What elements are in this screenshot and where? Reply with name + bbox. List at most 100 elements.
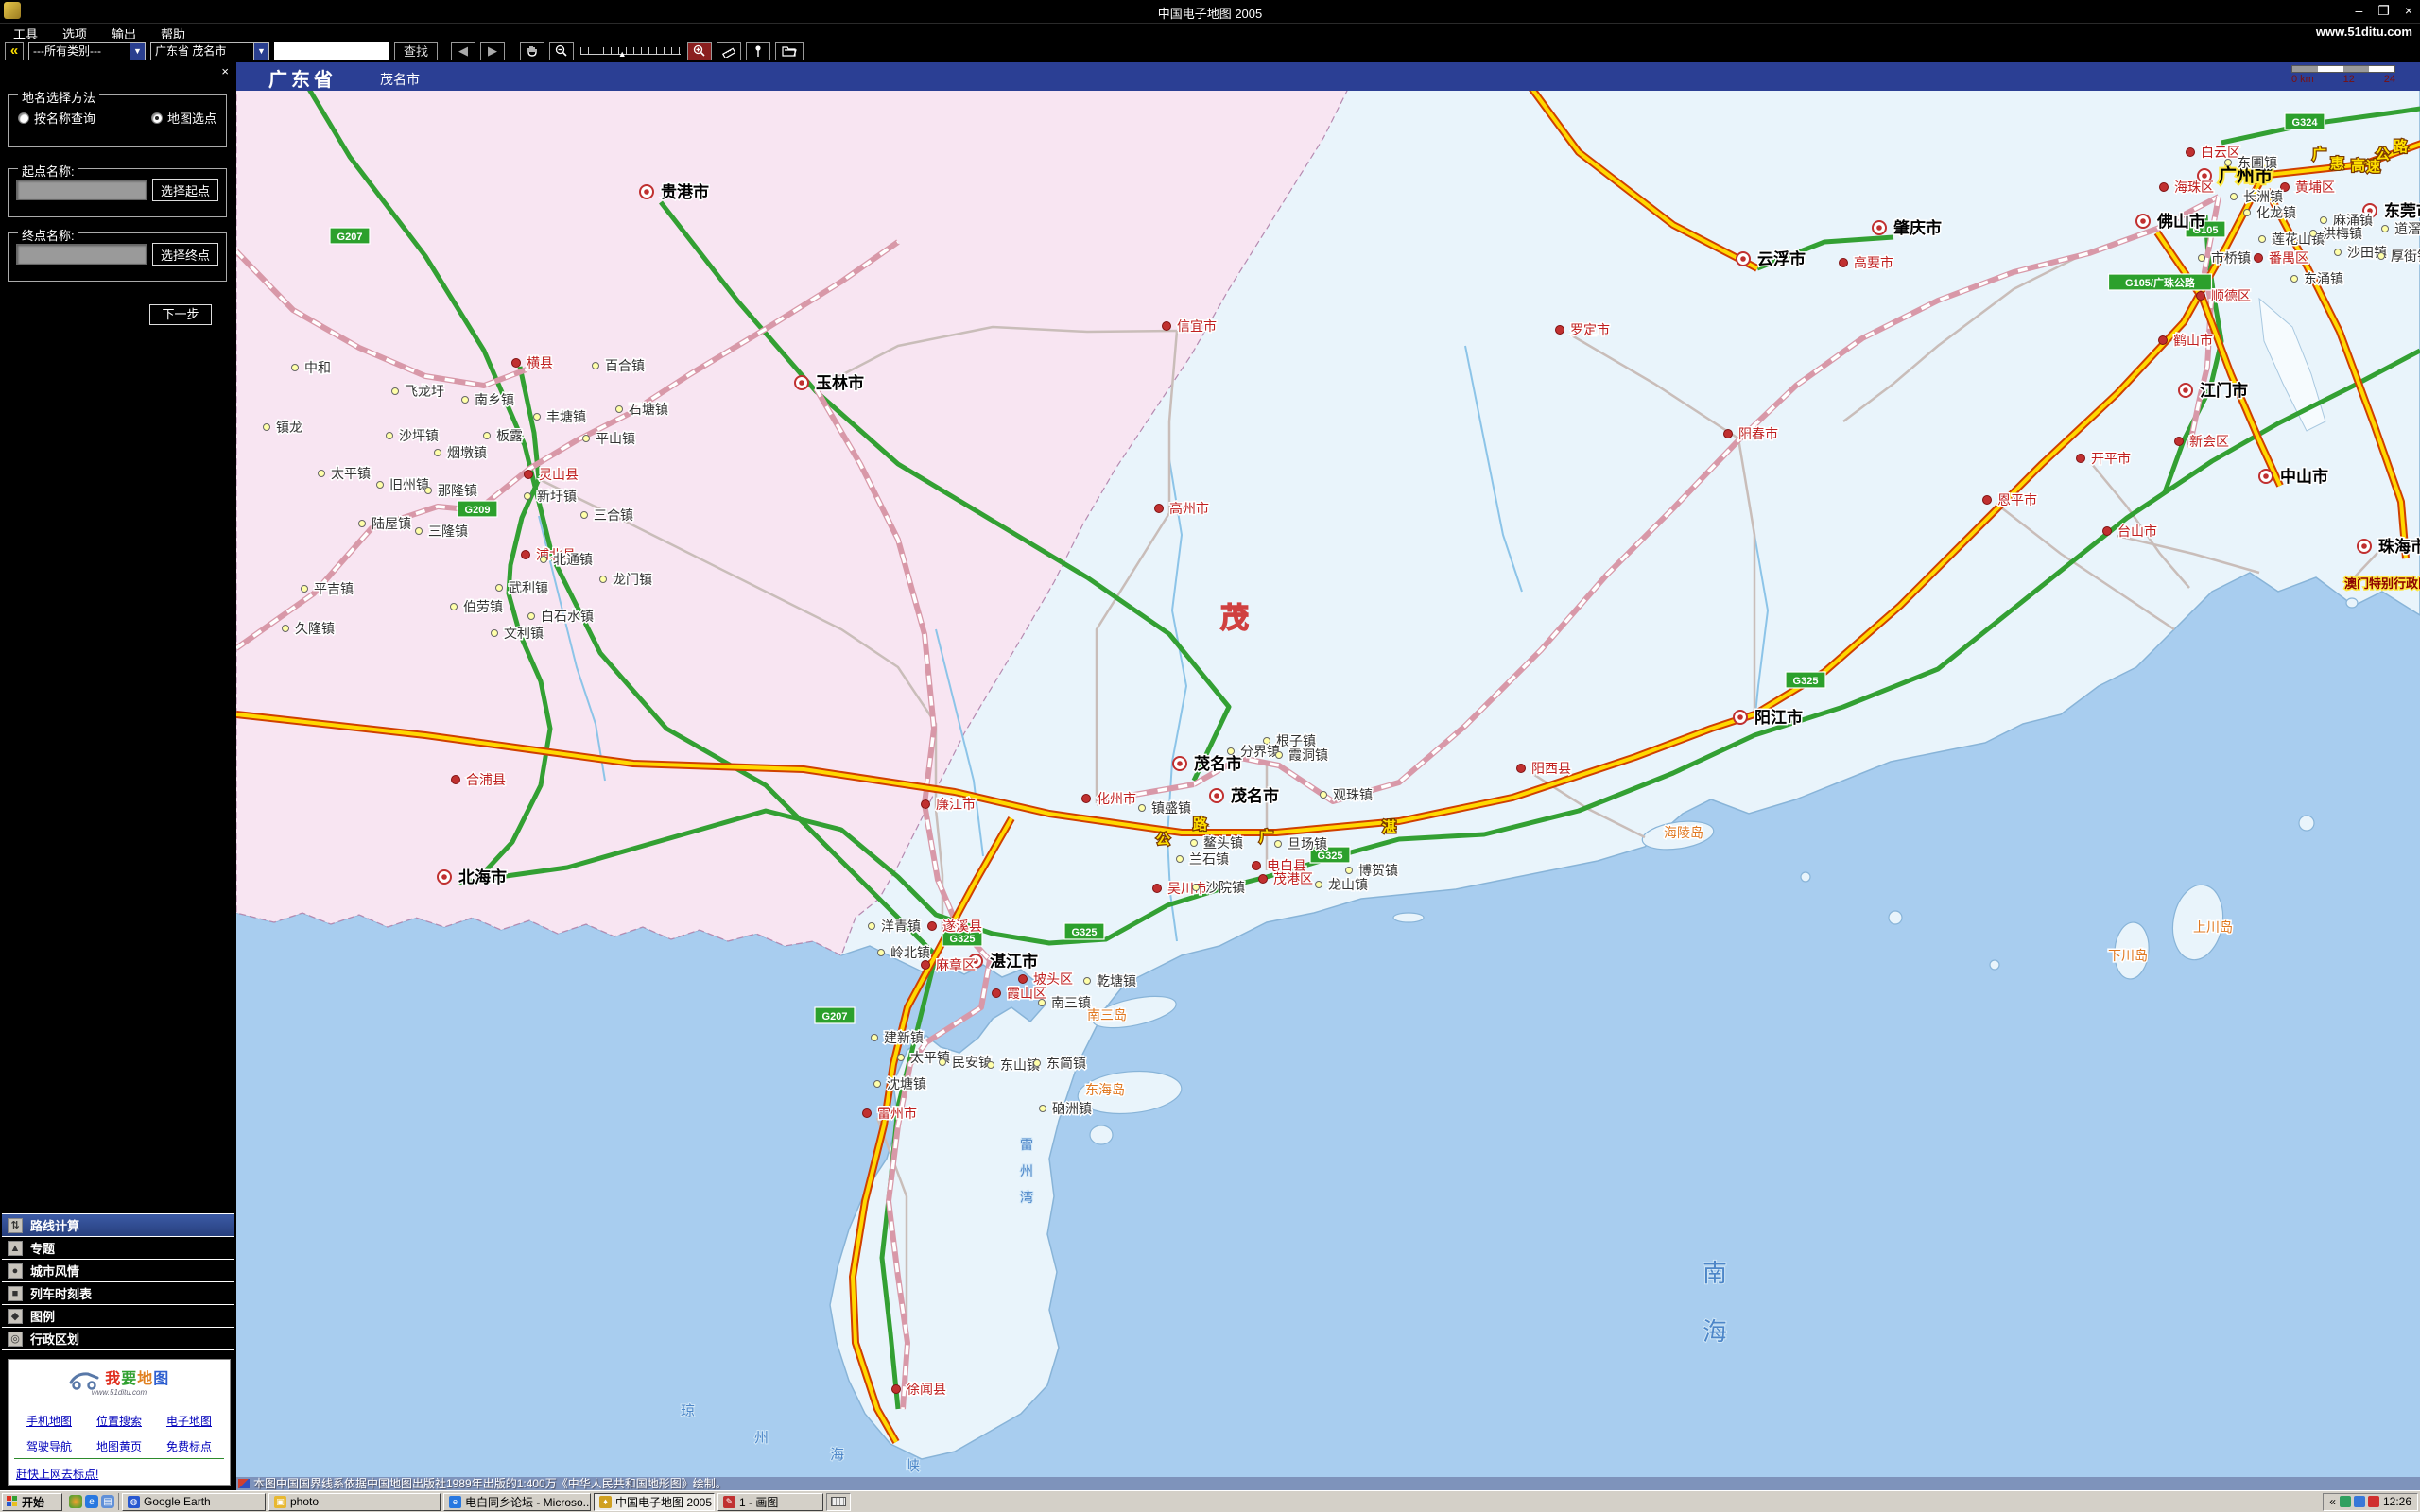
sidebar-item-route[interactable]: ⇅路线计算 (2, 1214, 234, 1237)
map-label: 江门市 (2200, 381, 2248, 400)
find-button[interactable]: 查找 (394, 42, 438, 60)
method-radio-1[interactable]: 地图选点 (151, 109, 216, 127)
sidebar-item-label: 行政区划 (30, 1330, 79, 1348)
language-bar[interactable] (826, 1493, 851, 1511)
panel-menu: ⇅路线计算▲专题●城市风情■列车时刻表◆图例◎行政区划 (2, 1213, 234, 1350)
map-label: 东海岛 (1085, 1082, 1125, 1097)
restore-button[interactable]: ❐ (2377, 3, 2390, 19)
map-label: 台山市 (2118, 524, 2157, 539)
choose-start-button[interactable]: 选择起点 (152, 179, 218, 201)
city-marker-dot (644, 189, 649, 195)
town-marker (435, 450, 441, 456)
island (2299, 816, 2314, 831)
task-button-map[interactable]: ♦中国电子地图 2005 (594, 1493, 715, 1511)
next-step-button[interactable]: 下一步 (149, 304, 212, 325)
next-button[interactable]: ▶ (480, 42, 505, 60)
promo-cta-link[interactable]: 赶快上网去标点! (16, 1466, 98, 1482)
map-label: 三隆镇 (428, 524, 468, 539)
start-legend: 起点名称: (18, 162, 78, 180)
sidebar-item-topic[interactable]: ▲专题 (2, 1237, 234, 1260)
pan-hand-icon[interactable] (520, 42, 544, 60)
method-fieldset: 地名选择方法 按名称查询地图选点 (8, 94, 227, 147)
town-marker (1276, 752, 1283, 759)
road-badge-label: G325 (1318, 850, 1343, 862)
open-folder-icon[interactable] (775, 42, 804, 60)
highway-name-char: 湛 (1382, 818, 1396, 835)
promo-link-0[interactable]: 手机地图 (14, 1413, 84, 1429)
map-label: 东莞市 (2384, 201, 2420, 220)
system-tray: « 12:26 (2323, 1493, 2418, 1511)
tray-icon-0[interactable] (2340, 1496, 2351, 1507)
outlook-icon[interactable]: ▤ (101, 1495, 114, 1508)
radio-dot[interactable] (151, 112, 163, 124)
end-legend: 终点名称: (18, 226, 78, 244)
promo-link-3[interactable]: 驾驶导航 (14, 1438, 84, 1454)
task-button-ie[interactable]: e电白同乡论坛 - Microso... (443, 1493, 591, 1511)
prev-button[interactable]: ◀ (451, 42, 475, 60)
zoom-slider-thumb[interactable]: ▲ (618, 49, 627, 59)
map-label: 道滘镇 (2394, 221, 2420, 236)
sidebar-item-city[interactable]: ●城市风情 (2, 1260, 234, 1282)
highway-name-char: 惠 (2330, 155, 2344, 172)
map-label: 鳌头镇 (1203, 835, 1243, 850)
map-label: 乾塘镇 (1097, 973, 1136, 988)
tray-icon-2[interactable] (2368, 1496, 2379, 1507)
back-button[interactable]: « (5, 42, 24, 60)
map-label: 横县 (527, 355, 553, 370)
status-text: 本图中国国界线系依据中国地图出版社1989年出版的1:400万《中华人民共和国地… (253, 1477, 727, 1490)
task-button-paint[interactable]: ✎1 - 画图 (717, 1493, 823, 1511)
search-input[interactable] (274, 42, 389, 60)
close-button[interactable]: × (2405, 3, 2412, 19)
tray-icon-1[interactable] (2354, 1496, 2365, 1507)
town-marker (878, 950, 885, 956)
map-label: 东简镇 (1046, 1056, 1086, 1071)
promo-link-5[interactable]: 免费标点 (154, 1438, 224, 1454)
sidebar-item-admin[interactable]: ◎行政区划 (2, 1328, 234, 1350)
map-label: 武利镇 (509, 580, 548, 595)
window-title: 中国电子地图 2005 (0, 4, 2420, 22)
region-dropdown[interactable]: 广东省 茂名市 ▼ (150, 42, 269, 60)
radio-dot[interactable] (18, 112, 29, 124)
task-button-folder[interactable]: ▣photo (268, 1493, 441, 1511)
category-dropdown[interactable]: ---所有类别--- ▼ (28, 42, 146, 60)
map-label: 镇龙 (276, 420, 302, 435)
media-player-icon[interactable] (69, 1495, 82, 1508)
map-label: 新圩镇 (537, 489, 577, 504)
sidebar-item-label: 图例 (30, 1307, 55, 1325)
map-label: 霞山区 (1007, 986, 1046, 1001)
minimize-button[interactable]: – (2355, 3, 2362, 19)
start-button[interactable]: 开始 (2, 1493, 62, 1511)
sidebar-item-train[interactable]: ■列车时刻表 (2, 1282, 234, 1305)
website-link[interactable]: www.51ditu.com (2316, 25, 2412, 39)
map-label: 白云区 (2201, 145, 2240, 160)
chevron-down-icon[interactable]: ▼ (130, 43, 145, 60)
zoom-slider-track (580, 54, 681, 55)
promo-link-2[interactable]: 电子地图 (154, 1413, 224, 1429)
map-svg[interactable]: G325G325G325G325G207G207G209G105G324G105… (236, 62, 2420, 1477)
map-label: 阳春市 (1738, 426, 1778, 441)
start-name-input[interactable] (16, 180, 147, 200)
tray-chevron-icon[interactable]: « (2329, 1495, 2336, 1508)
panel-close-icon[interactable]: × (221, 64, 229, 78)
promo-link-4[interactable]: 地图黄页 (84, 1438, 154, 1454)
map-canvas[interactable]: G325G325G325G325G207G207G209G105G324G105… (236, 62, 2420, 1477)
choose-end-button[interactable]: 选择终点 (152, 243, 218, 266)
zoom-slider[interactable]: ▲ (579, 42, 683, 60)
map-label: 博贺镇 (1358, 863, 1398, 878)
zoom-out-icon[interactable] (549, 42, 574, 60)
town-marker (359, 521, 366, 527)
map-label: 板露 (496, 428, 523, 443)
chevron-down-icon[interactable]: ▼ (253, 43, 268, 60)
map-label: 遂溪县 (942, 919, 982, 934)
task-button-globe[interactable]: ◍Google Earth (122, 1493, 266, 1511)
end-name-input[interactable] (16, 244, 147, 265)
sidebar-item-legend[interactable]: ◆图例 (2, 1305, 234, 1328)
promo-link-1[interactable]: 位置搜索 (84, 1413, 154, 1429)
zoom-in-icon[interactable] (687, 42, 712, 60)
pushpin-icon[interactable] (746, 42, 770, 60)
measure-ruler-icon[interactable] (717, 42, 741, 60)
county-marker (1517, 765, 1526, 773)
map-label: 合浦县 (466, 772, 506, 787)
internet-explorer-icon[interactable]: e (85, 1495, 98, 1508)
method-radio-0[interactable]: 按名称查询 (18, 109, 95, 127)
